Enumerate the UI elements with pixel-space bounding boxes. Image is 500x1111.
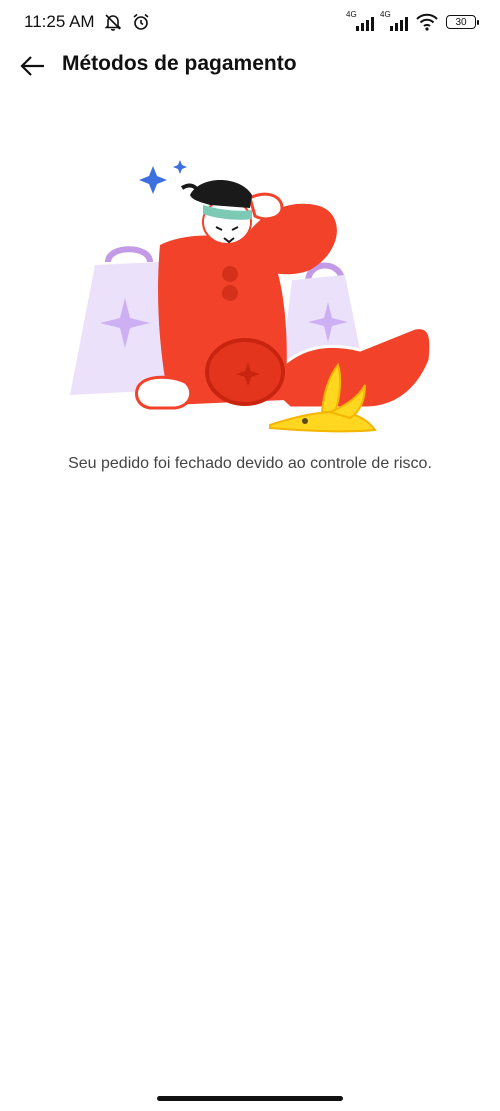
status-right: 4G 4G 30 [346, 10, 479, 31]
slipped-person-illustration [70, 160, 433, 433]
status-left: 11:25 AM [24, 12, 151, 32]
status-time: 11:25 AM [24, 12, 95, 31]
back-button[interactable] [16, 50, 48, 82]
alarm-icon [133, 13, 149, 30]
battery-level: 30 [455, 16, 467, 28]
page-title: Métodos de pagamento [62, 52, 297, 75]
home-indicator[interactable] [157, 1096, 343, 1101]
mute-notification-icon [104, 14, 122, 31]
cell-signal-icon: 4G [380, 10, 408, 31]
left-shopping-bag [70, 246, 168, 395]
wifi-icon [416, 13, 438, 31]
sparkle-icon [139, 166, 167, 194]
person-figure [135, 180, 433, 410]
cell-signal-icon: 4G [346, 10, 374, 31]
app-header: Métodos de pagamento [0, 44, 500, 84]
status-bar: 11:25 AM 4G 4G 30 [0, 0, 500, 44]
risk-control-message: Seu pedido foi fechado devido ao control… [68, 455, 432, 472]
arrow-left-icon [20, 56, 44, 76]
sparkle-icon [173, 160, 187, 174]
battery-icon: 30 [446, 15, 479, 29]
